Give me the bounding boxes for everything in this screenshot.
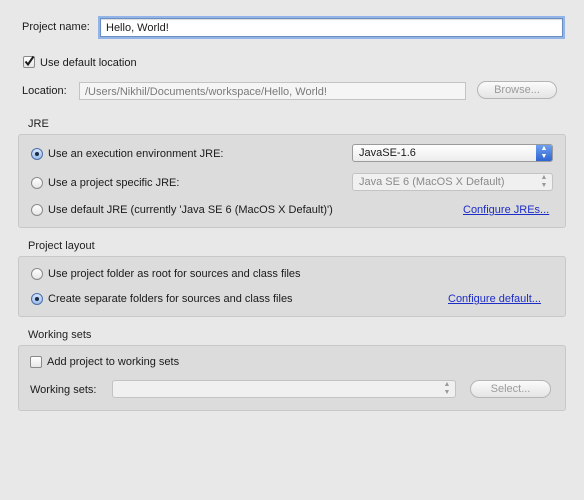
project-layout-group (18, 256, 566, 317)
default-jre-label: Use default JRE (currently 'Java SE 6 (M… (48, 204, 333, 216)
project-specific-jre-label: Use a project specific JRE: (48, 177, 180, 189)
select-working-sets-button[interactable]: Select... (470, 380, 551, 398)
add-to-working-sets-checkbox[interactable] (30, 356, 42, 368)
exec-env-radio[interactable] (31, 148, 43, 160)
updown-arrows-icon: ▲ ▼ (540, 174, 548, 189)
updown-arrows-icon: ▲ ▼ (536, 145, 552, 161)
project-root-radio[interactable] (31, 268, 43, 280)
project-specific-jre-value: Java SE 6 (MacOS X Default) (359, 176, 505, 188)
exec-env-value: JavaSE-1.6 (359, 147, 416, 159)
exec-env-dropdown[interactable]: JavaSE-1.6 ▲ ▼ (352, 144, 553, 162)
browse-button[interactable]: Browse... (477, 81, 557, 99)
project-name-input[interactable]: Hello, World! (100, 18, 563, 37)
working-sets-dropdown[interactable]: ▲ ▼ (112, 380, 456, 398)
configure-default-link[interactable]: Configure default... (448, 293, 541, 305)
separate-folders-label: Create separate folders for sources and … (48, 293, 293, 305)
use-default-location-label: Use default location (40, 57, 137, 69)
working-sets-group (18, 345, 566, 411)
project-layout-group-title: Project layout (28, 240, 95, 252)
exec-env-label: Use an execution environment JRE: (48, 148, 224, 160)
project-name-label: Project name: (22, 21, 90, 33)
use-default-location-checkbox[interactable] (23, 55, 35, 68)
default-jre-radio[interactable] (31, 204, 43, 216)
checkmark-icon (24, 55, 35, 67)
project-root-label: Use project folder as root for sources a… (48, 268, 301, 280)
add-to-working-sets-label: Add project to working sets (47, 356, 180, 368)
working-sets-group-title: Working sets (28, 329, 92, 341)
project-specific-jre-dropdown[interactable]: Java SE 6 (MacOS X Default) ▲ ▼ (352, 173, 553, 191)
location-input[interactable]: /Users/Nikhil/Documents/workspace/Hello,… (79, 82, 466, 100)
separate-folders-radio[interactable] (31, 293, 43, 305)
updown-arrows-icon: ▲ ▼ (443, 381, 451, 396)
project-specific-jre-radio[interactable] (31, 177, 43, 189)
jre-group-title: JRE (28, 118, 49, 130)
working-sets-label: Working sets: (30, 384, 97, 396)
configure-jres-link[interactable]: Configure JREs... (463, 204, 549, 216)
location-label: Location: (22, 85, 67, 97)
